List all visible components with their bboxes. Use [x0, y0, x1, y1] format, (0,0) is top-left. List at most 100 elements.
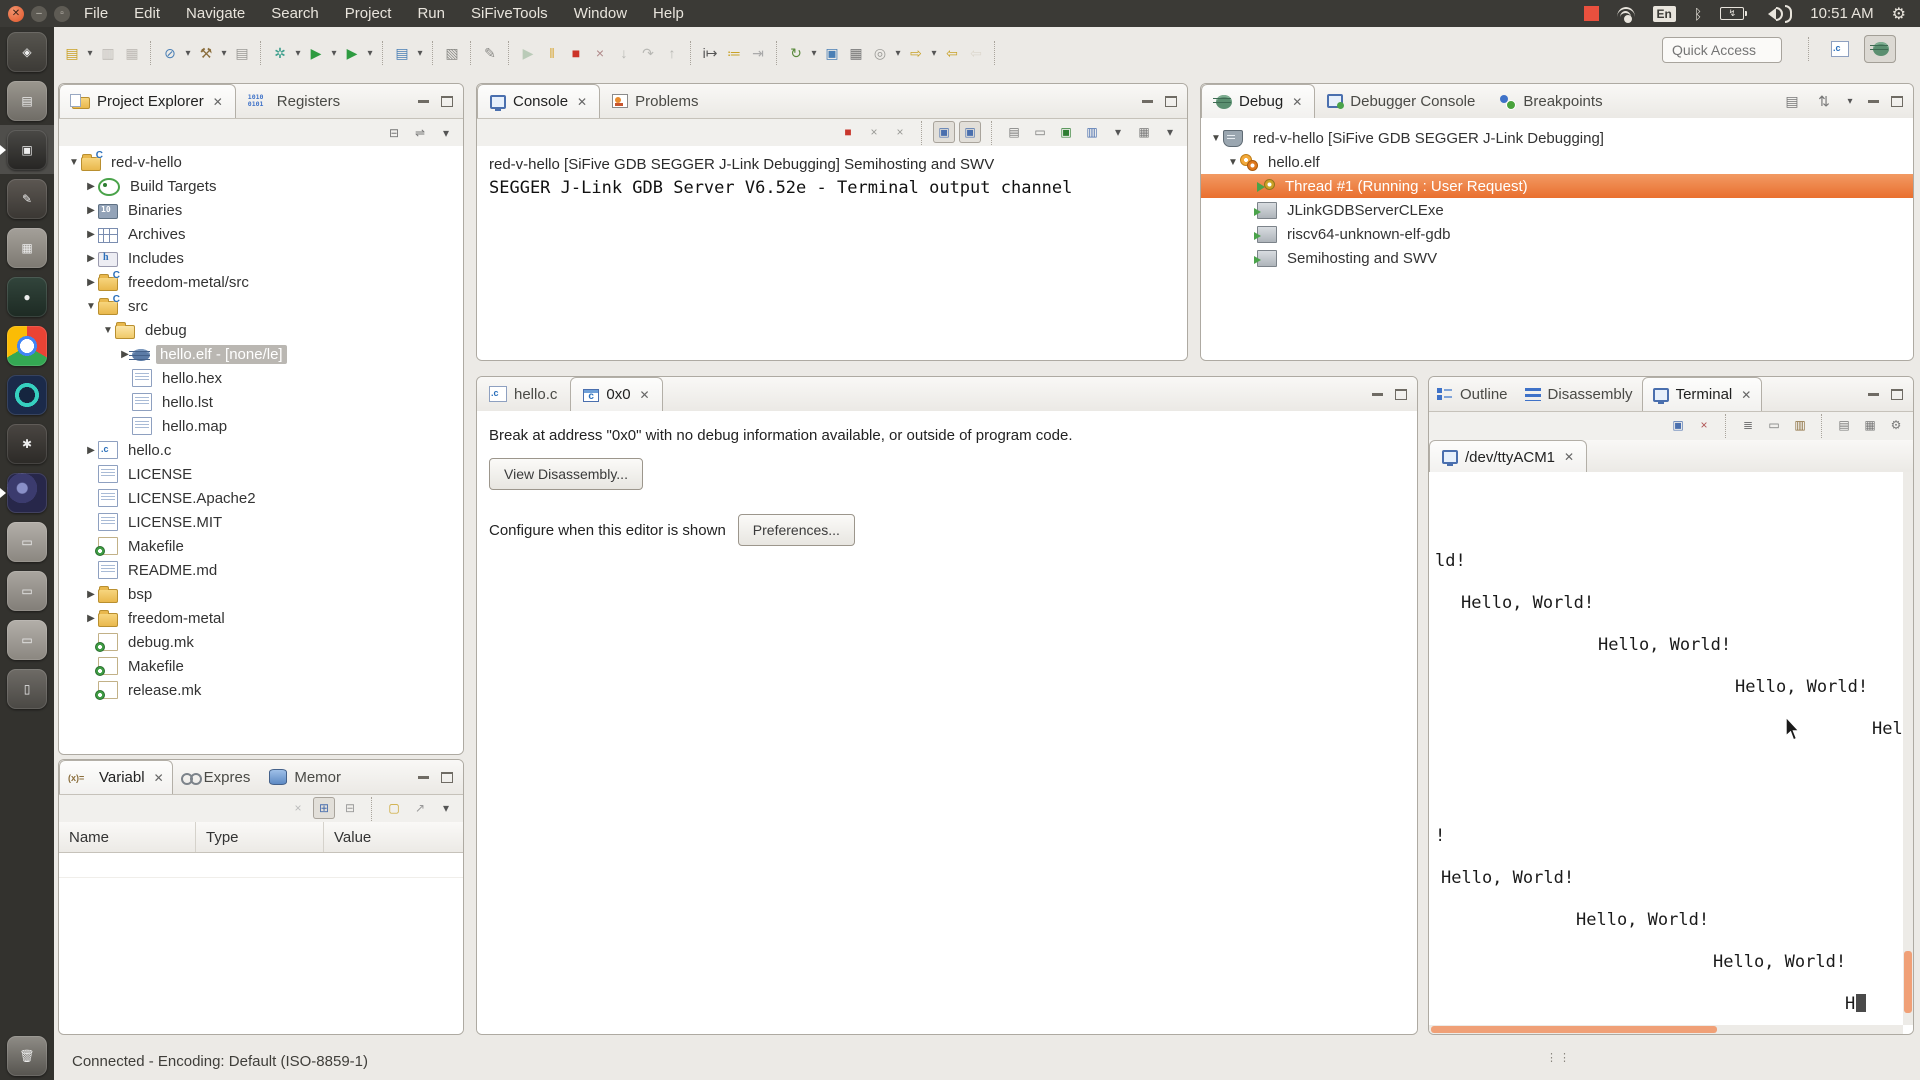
close-tab-icon[interactable]: ✕ [1292, 95, 1302, 109]
tree-item-readme-md[interactable]: README.md [59, 558, 463, 582]
menu-file[interactable]: File [84, 5, 108, 22]
tree-item-bsp[interactable]: ▶bsp [59, 582, 463, 606]
pin-icon[interactable]: ◎ [868, 41, 892, 65]
view-disassembly-button[interactable]: View Disassembly... [489, 458, 643, 490]
instruction-step-icon[interactable]: i↦ [698, 41, 722, 65]
step-over-icon[interactable]: ↷ [636, 41, 660, 65]
disconnect-icon[interactable]: × [1693, 414, 1715, 436]
tree-item-debug-mk[interactable]: debug.mk [59, 630, 463, 654]
preferences-button[interactable]: Preferences... [738, 514, 855, 546]
minimize-view-icon[interactable] [418, 776, 429, 779]
tree-item-makefile[interactable]: Makefile [59, 534, 463, 558]
step-filters-icon[interactable]: ⇥ [746, 41, 770, 65]
collapsed-caret-icon[interactable]: ▶ [84, 253, 98, 264]
terminal-content[interactable]: ld!Hello, World!Hello, World!Hello, Worl… [1429, 472, 1913, 1034]
dropdown-caret-icon[interactable]: ▾ [328, 41, 340, 65]
launcher-item-drive-1[interactable]: ▭ [0, 517, 54, 566]
column-type[interactable]: Type [196, 822, 324, 852]
tree-item-archives[interactable]: ▶Archives [59, 222, 463, 246]
debug-perspective-button[interactable] [1864, 35, 1896, 63]
tab-expressions[interactable]: Expres [173, 760, 260, 794]
external-tools-icon[interactable]: ▶ [340, 41, 364, 65]
close-tab-icon[interactable]: ✕ [1564, 450, 1574, 464]
close-tab-icon[interactable]: ✕ [213, 95, 223, 109]
tree-item-red-v-hello[interactable]: ▼red-v-hello [59, 150, 463, 174]
tree-item-jlinkgdbserverclexe[interactable]: JLinkGDBServerCLExe [1201, 198, 1913, 222]
clear-console-icon[interactable]: ▭ [1029, 121, 1051, 143]
launcher-item-system-tool[interactable]: ✱ [0, 419, 54, 468]
launcher-item-eclipse[interactable] [0, 468, 54, 517]
pin-console-icon[interactable]: ▥ [1081, 121, 1103, 143]
launcher-item-trash[interactable]: 🗑 [0, 1031, 54, 1080]
tree-item-semihosting-and-swv[interactable]: Semihosting and SWV [1201, 246, 1913, 270]
launcher-item-drive-2[interactable]: ▭ [0, 566, 54, 615]
session-gear-icon[interactable]: ⚙ [1892, 4, 1906, 24]
maximize-view-icon[interactable] [1395, 389, 1407, 400]
expanded-caret-icon[interactable]: ▼ [67, 157, 81, 168]
memory-icon[interactable]: ▦ [844, 41, 868, 65]
terminate-icon[interactable]: ■ [837, 121, 859, 143]
launcher-item-dash[interactable]: ◈ [0, 27, 54, 76]
menu-edit[interactable]: Edit [134, 5, 160, 22]
build-icon[interactable]: ⚒ [194, 41, 218, 65]
dropdown-caret-icon[interactable]: ▾ [928, 41, 940, 65]
column-name[interactable]: Name [59, 822, 196, 852]
collapse-all-icon[interactable]: ⊟ [339, 797, 361, 819]
console-content[interactable]: red-v-hello [SiFive GDB SEGGER J-Link De… [477, 146, 1187, 360]
remove-launch-icon[interactable]: × [863, 121, 885, 143]
menu-search[interactable]: Search [271, 5, 319, 22]
collapsed-caret-icon[interactable]: ▶ [84, 445, 98, 456]
tab-memory[interactable]: Memor [259, 760, 350, 794]
step-into-icon[interactable]: ↓ [612, 41, 636, 65]
launcher-item-text-editor[interactable]: ✎ [0, 174, 54, 223]
dropdown-caret-icon[interactable]: ▾ [292, 41, 304, 65]
open-console-icon[interactable]: ▦ [1133, 121, 1155, 143]
last-edit-icon[interactable]: ✎ [478, 41, 502, 65]
clear-terminal-icon[interactable]: ▭ [1763, 414, 1785, 436]
dropdown-caret-icon[interactable]: ▾ [84, 41, 96, 65]
dropdown-caret-icon[interactable]: ▾ [1159, 121, 1181, 143]
tree-item-release-mk[interactable]: release.mk [59, 678, 463, 702]
column-value[interactable]: Value [324, 822, 463, 852]
run-icon[interactable]: ▶ [304, 41, 328, 65]
save-all-icon[interactable]: ▦ [120, 41, 144, 65]
tree-item-hello-elf[interactable]: ▼hello.elf [1201, 150, 1913, 174]
refresh-icon[interactable]: ↻ [784, 41, 808, 65]
tree-item-riscv64-unknown-elf-gdb[interactable]: riscv64-unknown-elf-gdb [1201, 222, 1913, 246]
tree-item-hello-hex[interactable]: hello.hex [59, 366, 463, 390]
close-window-button[interactable]: ✕ [8, 6, 24, 22]
launcher-item-screenshot-tool[interactable]: ▣ [0, 125, 54, 174]
disconnect-icon[interactable]: × [588, 41, 612, 65]
menu-window[interactable]: Window [574, 5, 627, 22]
maximize-view-icon[interactable] [441, 772, 453, 783]
view-menu-icon[interactable]: ▤ [1780, 89, 1804, 113]
copy-icon[interactable]: ▤ [1833, 414, 1855, 436]
tree-item-hello-c[interactable]: ▶hello.c [59, 438, 463, 462]
collapse-all-icon[interactable]: ⊟ [383, 122, 405, 144]
tab-variables[interactable]: (x)= Variabl ✕ [59, 760, 173, 794]
tree-item-hello-lst[interactable]: hello.lst [59, 390, 463, 414]
scroll-lock-icon[interactable]: ≣ [1737, 414, 1759, 436]
dropdown-caret-icon[interactable]: ▾ [218, 41, 230, 65]
save-icon[interactable]: ▥ [96, 41, 120, 65]
launcher-item-calculator[interactable]: ▦ [0, 223, 54, 272]
new-watch-icon[interactable]: ▢ [383, 797, 405, 819]
collapsed-caret-icon[interactable]: ▶ [84, 613, 98, 624]
dropdown-caret-icon[interactable]: ▾ [414, 41, 426, 65]
scroll-stdout-icon[interactable]: ▣ [933, 121, 955, 143]
quick-access-input[interactable] [1662, 37, 1782, 63]
expanded-caret-icon[interactable]: ▼ [101, 325, 115, 336]
self-host-icon[interactable]: ▣ [820, 41, 844, 65]
tree-item-red-v-hello-sifive-gdb-segger-j-link-debugging[interactable]: ▼red-v-hello [SiFive GDB SEGGER J-Link D… [1201, 126, 1913, 150]
back-icon[interactable]: ⇦ [940, 41, 964, 65]
maximize-view-icon[interactable] [1165, 96, 1177, 107]
menu-help[interactable]: Help [653, 5, 684, 22]
tab-ttyacm1[interactable]: /dev/ttyACM1 ✕ [1429, 440, 1587, 473]
step-return-icon[interactable]: ↑ [660, 41, 684, 65]
tab-terminal[interactable]: Terminal ✕ [1642, 377, 1763, 411]
recording-indicator-icon[interactable] [1584, 6, 1599, 21]
terminal-vscrollbar[interactable] [1903, 472, 1913, 1025]
maximize-view-icon[interactable] [1891, 389, 1903, 400]
collapsed-caret-icon[interactable]: ▶ [84, 229, 98, 240]
close-tab-icon[interactable]: ✕ [154, 771, 164, 785]
